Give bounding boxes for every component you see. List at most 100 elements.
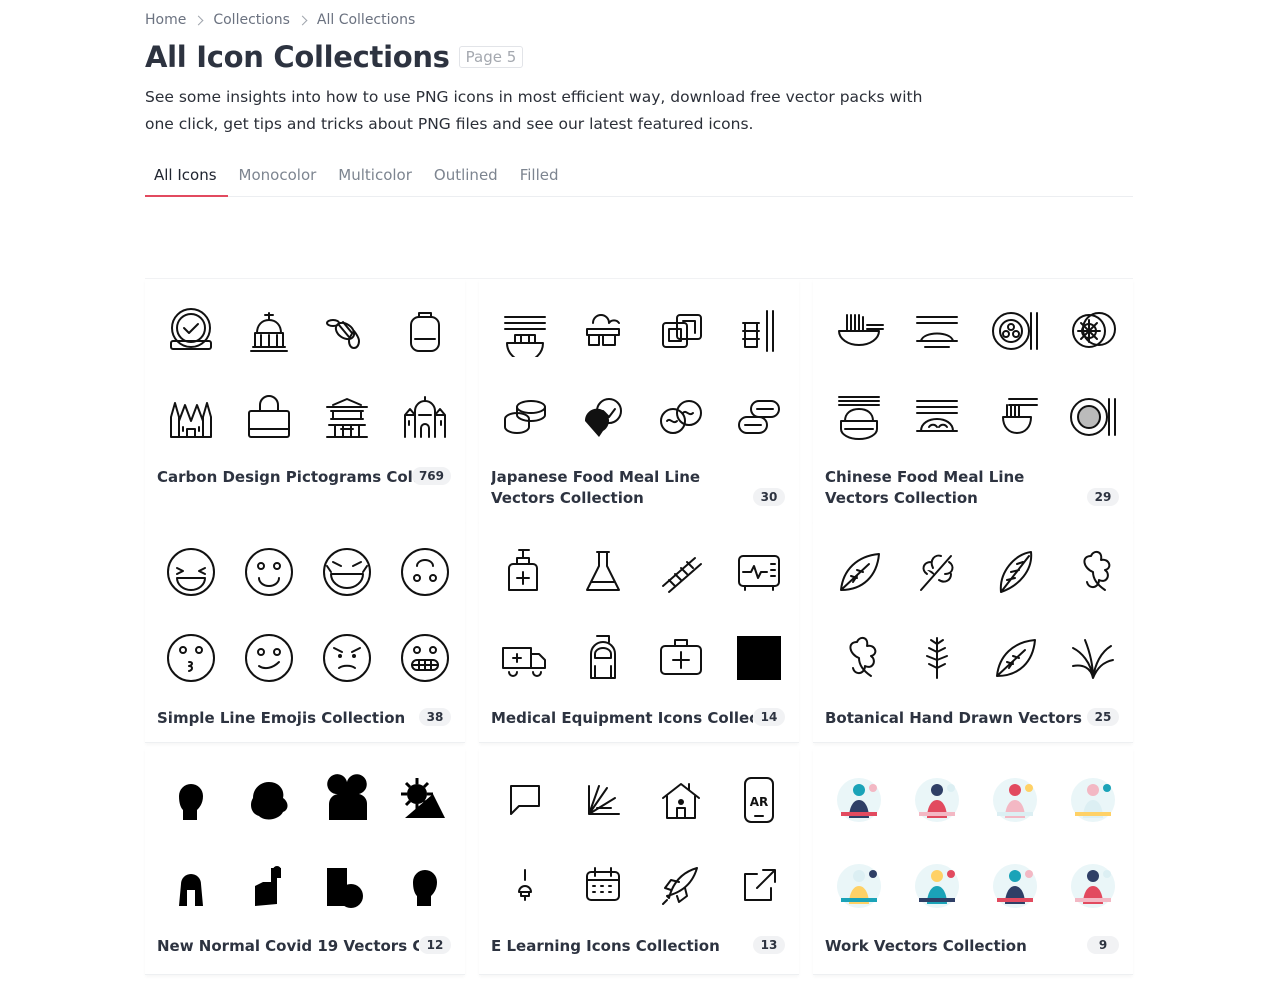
black-square-icon[interactable] — [733, 632, 785, 684]
mooncake-icon[interactable] — [1067, 305, 1119, 357]
sushi-roll-icon[interactable] — [499, 391, 551, 443]
angry-emoji-icon[interactable] — [321, 632, 373, 684]
laughing-emoji-icon[interactable] — [165, 546, 217, 598]
collection-name[interactable]: New Normal Covid 19 Vectors Collection — [157, 936, 419, 957]
first-aid-kit-icon[interactable] — [655, 632, 707, 684]
palette-icon[interactable] — [577, 774, 629, 826]
noodle-tray-icon[interactable] — [911, 391, 963, 443]
collection-name[interactable]: Carbon Design Pictograms Collection — [157, 467, 419, 488]
monitor-icon[interactable] — [733, 546, 785, 598]
feather-leaf-icon[interactable] — [989, 546, 1041, 598]
house-user-icon[interactable] — [655, 774, 707, 826]
target-illustration-icon[interactable] — [911, 860, 963, 912]
rofl-emoji-icon[interactable] — [321, 546, 373, 598]
collection-name[interactable]: E Learning Icons Collection — [491, 936, 753, 957]
chat-bubble-icon[interactable] — [499, 774, 551, 826]
leaf-icon[interactable] — [989, 632, 1041, 684]
clover-icon[interactable] — [1067, 546, 1119, 598]
couple-icon[interactable] — [321, 774, 373, 826]
person-document-icon[interactable] — [321, 860, 373, 912]
woman-illustration-icon[interactable] — [833, 860, 885, 912]
collection-name[interactable]: Simple Line Emojis Collection — [157, 708, 419, 729]
sanitizer-icon[interactable] — [499, 546, 551, 598]
sushi-icon[interactable] — [577, 305, 629, 357]
collection-name[interactable]: Medical Equipment Icons Collection — [491, 708, 753, 729]
chopsticks-sushi-icon[interactable] — [733, 305, 785, 357]
temple-icon[interactable] — [321, 391, 373, 443]
shopping-bag-icon[interactable] — [243, 391, 295, 443]
cathedral-icon[interactable] — [165, 391, 217, 443]
bento-box-icon[interactable] — [655, 305, 707, 357]
tab-all-icons[interactable]: All Icons — [145, 160, 228, 197]
dango-icon[interactable] — [655, 391, 707, 443]
meditation-illustration-icon[interactable] — [833, 774, 885, 826]
rocket-icon[interactable] — [655, 860, 707, 912]
lamp-icon[interactable] — [499, 860, 551, 912]
collection-name[interactable]: Chinese Food Meal Line Vectors Collectio… — [825, 467, 1075, 509]
smirk-emoji-icon[interactable] — [243, 632, 295, 684]
noodle-chopsticks-icon[interactable] — [989, 391, 1041, 443]
hand-sanitizer-icon[interactable] — [243, 860, 295, 912]
hazmat-suit-icon[interactable] — [577, 632, 629, 684]
tab-filled[interactable]: Filled — [511, 160, 570, 190]
flask-icon[interactable] — [577, 546, 629, 598]
page-title: All Icon Collections — [145, 40, 450, 74]
collection-card[interactable]: Botanical Hand Drawn Vectors Collection2… — [813, 520, 1133, 743]
kissing-emoji-icon[interactable] — [165, 632, 217, 684]
collection-card[interactable]: Chinese Food Meal Line Vectors Collectio… — [813, 279, 1133, 522]
bento-tray-icon[interactable] — [499, 305, 551, 357]
collection-name[interactable]: Japanese Food Meal Line Vectors Collecti… — [491, 467, 741, 509]
palace-icon[interactable] — [399, 391, 451, 443]
leaf-branch-icon[interactable] — [911, 546, 963, 598]
dish-chopsticks-icon[interactable] — [1067, 391, 1119, 443]
breadcrumb-home[interactable]: Home — [145, 12, 186, 28]
award-badge-icon[interactable] — [165, 305, 217, 357]
collection-card[interactable]: AR E Learning Icons Collection 13 — [479, 748, 799, 975]
icon-preview-grid: AR — [499, 774, 789, 912]
person-mask-icon[interactable] — [399, 860, 451, 912]
tab-multicolor[interactable]: Multicolor — [329, 160, 423, 190]
breadcrumb-all-collections[interactable]: All Collections — [317, 12, 415, 28]
person-mask-icon[interactable] — [165, 774, 217, 826]
maki-roll-icon[interactable] — [733, 391, 785, 443]
noodle-bowl-icon[interactable] — [833, 305, 885, 357]
dna-icon[interactable] — [655, 546, 707, 598]
ar-phone-icon[interactable]: AR — [733, 774, 785, 826]
ambulance-icon[interactable] — [499, 632, 551, 684]
steamer-bowl-icon[interactable] — [833, 391, 885, 443]
collection-card[interactable]: Work Vectors Collection 9 — [813, 748, 1133, 975]
person-coat-icon[interactable] — [165, 860, 217, 912]
couple-illustration-icon[interactable] — [1067, 774, 1119, 826]
external-link-icon[interactable] — [733, 860, 785, 912]
onigiri-icon[interactable] — [577, 391, 629, 443]
calendar-icon[interactable] — [577, 860, 629, 912]
smiling-emoji-icon[interactable] — [243, 546, 295, 598]
collection-card[interactable]: New Normal Covid 19 Vectors Collection12 — [145, 748, 465, 975]
collection-card[interactable]: Medical Equipment Icons Collection14 — [479, 520, 799, 743]
bee-honey-icon[interactable] — [321, 305, 373, 357]
wheelchair-illustration-icon[interactable] — [989, 860, 1041, 912]
leaf-icon[interactable] — [833, 546, 885, 598]
rice-plate-icon[interactable] — [911, 305, 963, 357]
upside-down-emoji-icon[interactable] — [399, 546, 451, 598]
tab-monocolor[interactable]: Monocolor — [230, 160, 328, 190]
backpack-icon[interactable] — [399, 305, 451, 357]
breadcrumb-collections[interactable]: Collections — [213, 12, 290, 28]
collection-name[interactable]: Botanical Hand Drawn Vectors Collection — [825, 708, 1087, 729]
coworker-illustration-icon[interactable] — [989, 774, 1041, 826]
person-phone-icon[interactable] — [243, 774, 295, 826]
collection-name[interactable]: Work Vectors Collection — [825, 936, 1087, 957]
collection-card[interactable]: Carbon Design Pictograms Collection769 — [145, 279, 465, 522]
collection-card[interactable]: Japanese Food Meal Line Vectors Collecti… — [479, 279, 799, 522]
grimacing-emoji-icon[interactable] — [399, 632, 451, 684]
palm-leaf-icon[interactable] — [1067, 632, 1119, 684]
virus-icon[interactable] — [399, 774, 451, 826]
capitol-building-icon[interactable] — [243, 305, 295, 357]
man-illustration-icon[interactable] — [1067, 860, 1119, 912]
clover-icon[interactable] — [833, 632, 885, 684]
dumpling-plate-icon[interactable] — [989, 305, 1041, 357]
team-illustration-icon[interactable] — [911, 774, 963, 826]
collection-card[interactable]: Simple Line Emojis Collection 38 — [145, 520, 465, 743]
tab-outlined[interactable]: Outlined — [425, 160, 509, 190]
fern-icon[interactable] — [911, 632, 963, 684]
